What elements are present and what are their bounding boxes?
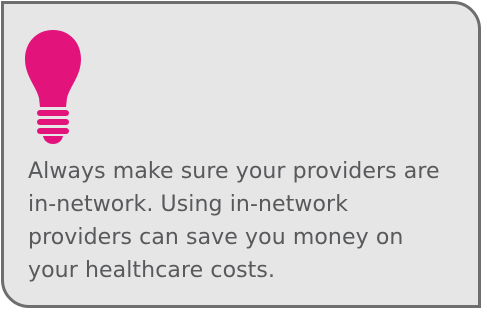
tip-card: Always make sure your providers are in-n… xyxy=(1,1,481,308)
tip-text: Always make sure your providers are in-n… xyxy=(28,159,440,283)
lightbulb-icon xyxy=(25,30,81,144)
